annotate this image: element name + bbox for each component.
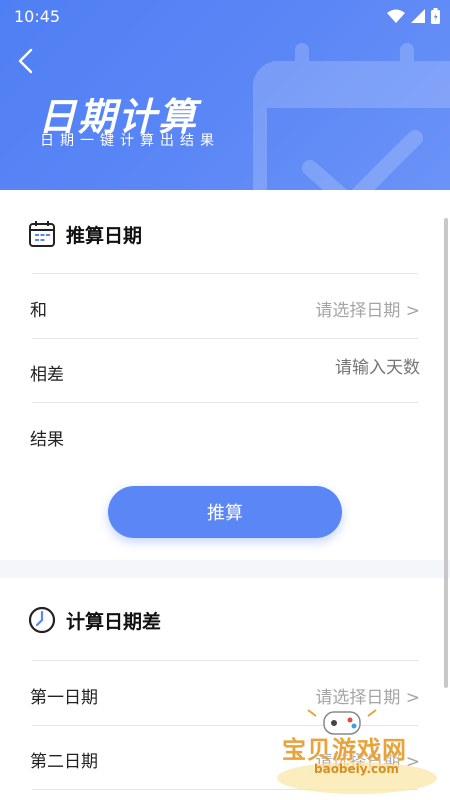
section-title: 推算日期 <box>66 224 143 247</box>
section-header-calc-date: 推算日期 <box>28 220 142 248</box>
divider <box>32 402 418 403</box>
section-title: 计算日期差 <box>66 610 162 633</box>
battery-icon <box>431 8 440 24</box>
row-label-second-date: 第二日期 <box>30 752 98 772</box>
divider <box>32 660 418 661</box>
status-bar: 10:45 <box>0 0 450 32</box>
watermark-url: baobeiy.com <box>314 762 399 776</box>
signal-icon <box>411 9 425 23</box>
row-label-result: 结果 <box>30 430 64 450</box>
row-label-first-date: 第一日期 <box>30 688 98 708</box>
divider <box>32 273 418 274</box>
divider <box>32 338 418 339</box>
watermark-name: 宝贝游戏网 <box>282 736 407 764</box>
back-arrow-icon[interactable] <box>14 48 40 74</box>
row-label-and: 和 <box>30 301 47 321</box>
days-input[interactable] <box>260 358 420 378</box>
status-time: 10:45 <box>14 7 61 26</box>
status-icons <box>387 7 440 25</box>
wifi-icon <box>387 9 405 23</box>
calculate-button[interactable]: 推算 <box>108 486 342 538</box>
row-label-diff: 相差 <box>30 365 64 385</box>
scrollbar[interactable] <box>444 218 448 688</box>
select-first-date-field[interactable]: 请选择日期 > <box>315 683 420 708</box>
page-subtitle: 日期一键计算出结果 <box>40 133 220 149</box>
header-banner: 10:45 日期计算 日期一键计算出结果 <box>0 0 450 190</box>
select-date-field[interactable]: 请选择日期 > <box>315 296 420 321</box>
section-header-date-diff: 计算日期差 <box>28 606 161 634</box>
clock-icon <box>28 606 56 634</box>
calendar-icon <box>29 221 55 247</box>
calendar-background-icon <box>253 43 450 190</box>
